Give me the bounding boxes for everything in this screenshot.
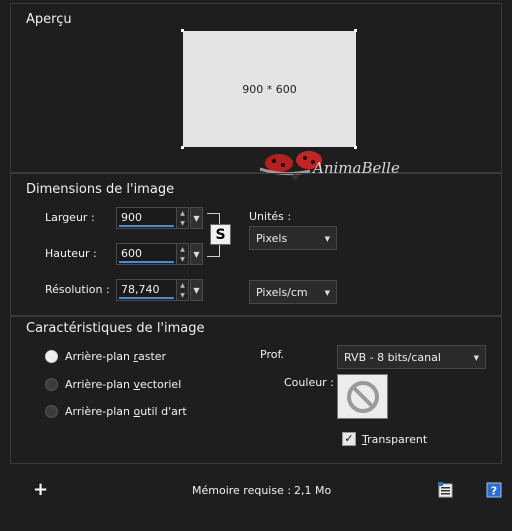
chevron-down-icon: ▼ bbox=[473, 354, 479, 362]
resolution-spinner[interactable]: 78,740 ▲ ▼ ▼ bbox=[116, 279, 203, 301]
checkmark-icon: ✓ bbox=[344, 432, 354, 445]
width-label: Largeur : bbox=[45, 211, 95, 224]
units-select-value: Pixels bbox=[256, 232, 288, 245]
link-icon: S bbox=[215, 226, 226, 243]
height-spinner[interactable]: 600 ▲ ▼ ▼ bbox=[116, 243, 203, 265]
aspect-lock-button[interactable]: S bbox=[210, 224, 231, 245]
presets-button[interactable] bbox=[438, 482, 454, 498]
transparent-checkbox[interactable]: ✓ bbox=[342, 432, 356, 446]
preview-corner-bl bbox=[181, 146, 184, 149]
chevron-down-icon: ▼ bbox=[193, 213, 200, 223]
chevron-down-icon: ▼ bbox=[193, 249, 200, 259]
height-input[interactable]: 600 bbox=[116, 243, 177, 265]
width-input[interactable]: 900 bbox=[116, 207, 177, 229]
preview-corner-tr bbox=[354, 29, 357, 32]
preset-icon bbox=[438, 482, 453, 498]
chevron-down-icon: ▼ bbox=[193, 285, 200, 295]
height-dropdown-button[interactable]: ▼ bbox=[190, 243, 203, 265]
characteristics-title: Caractéristiques de l'image bbox=[26, 321, 205, 336]
depth-select[interactable]: RVB - 8 bits/canal ▼ bbox=[337, 345, 486, 369]
art-media-background-label[interactable]: Arrière-plan outil d'art bbox=[65, 405, 187, 418]
depth-select-value: RVB - 8 bits/canal bbox=[344, 351, 441, 364]
up-arrow-icon[interactable]: ▲ bbox=[180, 282, 185, 289]
color-label: Couleur : bbox=[284, 376, 334, 389]
units-select[interactable]: Pixels ▼ bbox=[249, 226, 337, 250]
no-color-icon bbox=[347, 381, 379, 413]
dimensions-title: Dimensions de l'image bbox=[26, 182, 175, 197]
width-dropdown-button[interactable]: ▼ bbox=[190, 207, 203, 229]
width-stepper[interactable]: ▲ ▼ bbox=[177, 207, 189, 229]
resolution-dropdown-button[interactable]: ▼ bbox=[190, 279, 203, 301]
transparent-label[interactable]: Transparent bbox=[362, 433, 427, 446]
memory-value: 2,1 Mo bbox=[294, 484, 332, 497]
up-arrow-icon[interactable]: ▲ bbox=[180, 246, 185, 253]
memory-label: Mémoire requise : bbox=[192, 484, 292, 497]
down-arrow-icon[interactable]: ▼ bbox=[180, 220, 185, 227]
height-stepper[interactable]: ▲ ▼ bbox=[177, 243, 189, 265]
units-label: Unités : bbox=[249, 210, 292, 223]
resolution-stepper[interactable]: ▲ ▼ bbox=[177, 279, 189, 301]
plus-icon: + bbox=[33, 479, 49, 500]
vector-background-label[interactable]: Arrière-plan vectoriel bbox=[65, 378, 181, 391]
color-swatch[interactable] bbox=[337, 374, 388, 419]
chevron-down-icon: ▼ bbox=[324, 289, 330, 297]
help-icon: ? bbox=[486, 482, 502, 498]
down-arrow-icon[interactable]: ▼ bbox=[180, 256, 185, 263]
image-preview: 900 * 600 bbox=[183, 31, 356, 147]
height-label: Hauteur : bbox=[45, 247, 97, 260]
raster-background-radio[interactable] bbox=[45, 350, 58, 363]
preview-corner-tl bbox=[181, 29, 184, 32]
up-arrow-icon[interactable]: ▲ bbox=[180, 210, 185, 217]
resolution-input[interactable]: 78,740 bbox=[116, 279, 177, 301]
preview-title: Aperçu bbox=[26, 12, 72, 27]
add-button[interactable]: + bbox=[33, 481, 48, 499]
vector-background-radio[interactable] bbox=[45, 378, 58, 391]
art-media-background-radio[interactable] bbox=[45, 405, 58, 418]
depth-label: Prof. bbox=[260, 348, 285, 361]
svg-text:?: ? bbox=[491, 485, 497, 498]
chevron-down-icon: ▼ bbox=[324, 235, 330, 243]
width-spinner[interactable]: 900 ▲ ▼ ▼ bbox=[116, 207, 203, 229]
down-arrow-icon[interactable]: ▼ bbox=[180, 292, 185, 299]
preview-size-text: 900 * 600 bbox=[242, 82, 297, 96]
raster-background-label[interactable]: Arrière-plan raster bbox=[65, 350, 166, 363]
resolution-units-select[interactable]: Pixels/cm ▼ bbox=[249, 280, 337, 304]
resolution-label: Résolution : bbox=[45, 283, 110, 296]
help-button[interactable]: ? bbox=[486, 482, 502, 498]
resolution-units-value: Pixels/cm bbox=[256, 286, 308, 299]
